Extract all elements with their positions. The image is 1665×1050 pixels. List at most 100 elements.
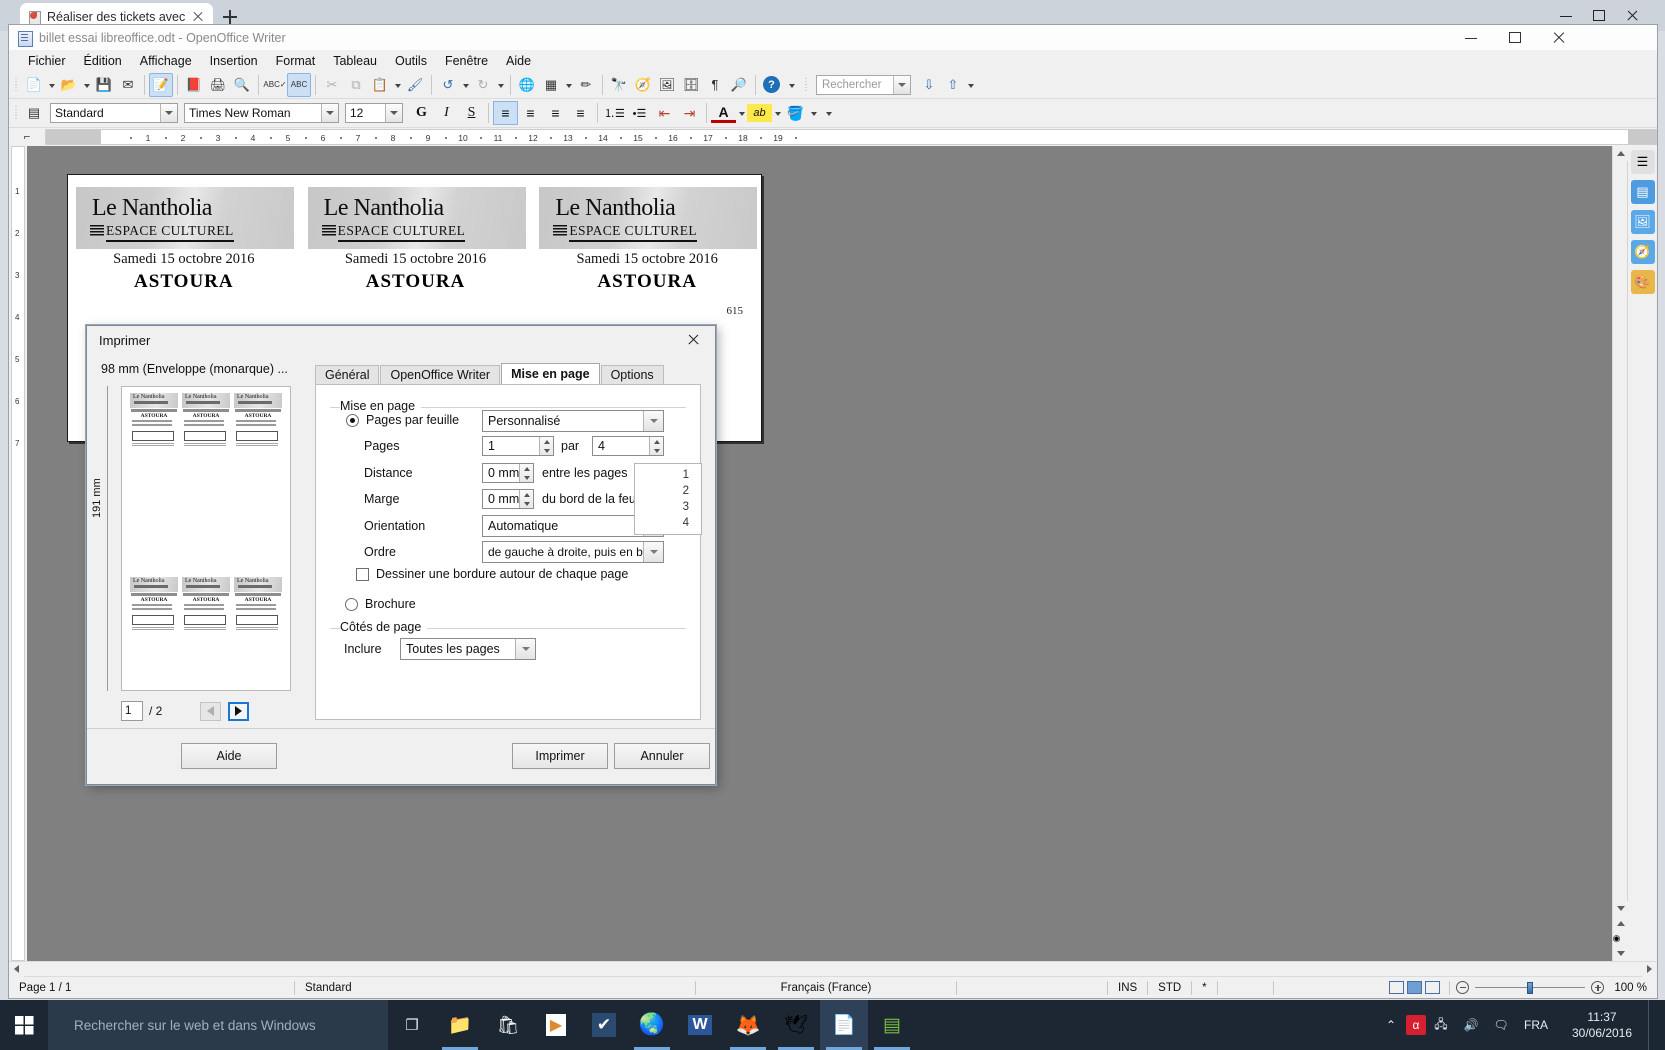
pages-per-sheet-radio[interactable] — [346, 413, 359, 427]
vertical-scrollbar[interactable]: ◉ — [1612, 146, 1628, 961]
horizontal-ruler[interactable]: 1 2 3 4 5 6 7 8 9 10 11 12 13 14 15 16 1… — [45, 129, 1657, 145]
search-input[interactable]: Rechercher — [816, 74, 911, 95]
pages-stepper[interactable]: 1 — [482, 436, 554, 456]
ticket-item[interactable]: Le Nantholia ESPACE CULTUREL Samedi 15 o… — [68, 187, 300, 297]
print-icon[interactable]: 🖨 — [206, 73, 230, 97]
stepper-up-icon[interactable] — [540, 437, 553, 446]
navigator-icon[interactable]: 🧭 — [631, 73, 655, 97]
data-sources-icon[interactable]: 🗄 — [679, 73, 703, 97]
taskbar-media-player[interactable]: ▶ — [532, 1000, 580, 1050]
app-minimize-button[interactable] — [1449, 25, 1493, 50]
stepper-up-icon[interactable] — [520, 490, 533, 499]
border-checkbox-row[interactable]: Dessiner une bordure autour de chaque pa… — [356, 567, 628, 581]
scroll-right-icon[interactable] — [1642, 961, 1657, 977]
network-icon[interactable]: 🖧 — [1426, 1000, 1456, 1050]
chevron-down-icon[interactable] — [643, 542, 663, 562]
preview-paper[interactable]: Le Nantholia ASTOURA Le Nantholia ASTOUR… — [121, 386, 291, 691]
paragraph-style-combo[interactable]: Standard — [50, 103, 178, 123]
zoom-slider-knob[interactable] — [1527, 981, 1534, 994]
single-page-view-icon[interactable] — [1389, 981, 1405, 994]
chevron-down-icon[interactable] — [160, 104, 177, 122]
next-page-icon[interactable] — [1613, 946, 1628, 961]
status-language[interactable]: Français (France) — [696, 980, 956, 996]
stepper-up-icon[interactable] — [520, 464, 533, 473]
action-center-icon[interactable]: 🗨 — [1486, 1000, 1516, 1050]
align-left-icon[interactable]: ≡ — [493, 101, 518, 125]
align-right-icon[interactable]: ≡ — [543, 101, 568, 125]
save-icon[interactable]: 💾 — [92, 73, 116, 97]
open-document-dropdown-icon[interactable] — [81, 73, 92, 97]
taskbar-openoffice-writer[interactable]: 📄 — [820, 1000, 868, 1050]
bullet-list-icon[interactable]: •☰ — [627, 101, 652, 125]
chevron-down-icon[interactable] — [643, 411, 663, 431]
app-close-button[interactable] — [1537, 25, 1581, 50]
browser-maximize-button[interactable] — [1584, 4, 1614, 26]
ticket-item[interactable]: Le Nantholia ESPACE CULTUREL Samedi 15 o… — [300, 187, 532, 297]
undo-icon[interactable]: ↺ — [436, 73, 460, 97]
chevron-down-icon[interactable] — [893, 75, 910, 94]
distance-stepper[interactable]: 0 mm — [482, 463, 534, 483]
find-next-icon[interactable]: ⇩ — [917, 73, 941, 97]
horizontal-scrollbar[interactable] — [9, 961, 1657, 977]
book-view-icon[interactable] — [1425, 981, 1441, 994]
help-icon[interactable]: ? — [763, 76, 780, 93]
send-email-icon[interactable]: ✉ — [116, 73, 140, 97]
volume-icon[interactable]: 🔊 — [1456, 1000, 1486, 1050]
menu-affichage[interactable]: Affichage — [131, 52, 201, 70]
taskbar-firefox[interactable]: 🦊 — [724, 1000, 772, 1050]
brochure-radio[interactable] — [345, 597, 358, 611]
language-indicator[interactable]: FRA — [1516, 1000, 1556, 1050]
new-document-dropdown-icon[interactable] — [46, 73, 57, 97]
sidebar-styles-icon[interactable]: 🎨 — [1630, 270, 1655, 294]
toolbar-grip[interactable] — [13, 103, 20, 123]
paste-dropdown-icon[interactable] — [392, 73, 403, 97]
stepper-buttons[interactable] — [519, 490, 533, 508]
multi-page-view-icon[interactable] — [1407, 981, 1423, 994]
stepper-down-icon[interactable] — [650, 446, 663, 455]
edit-file-icon[interactable]: 📝 — [149, 72, 173, 97]
menu-tableau[interactable]: Tableau — [324, 52, 386, 70]
tab-openoffice-writer[interactable]: OpenOffice Writer — [380, 365, 501, 384]
font-color-dropdown-icon[interactable] — [736, 101, 747, 125]
autospellcheck-icon[interactable]: ABC — [287, 72, 311, 97]
tab-stop-selector[interactable]: ⌐ — [9, 128, 45, 146]
avira-icon[interactable]: α — [1406, 1015, 1426, 1035]
stepper-down-icon[interactable] — [540, 446, 553, 455]
insert-table-dropdown-icon[interactable] — [563, 73, 574, 97]
taskbar-thunderbird[interactable]: 🕊 — [772, 1000, 820, 1050]
order-select[interactable]: de gauche à droite, puis en bas — [482, 541, 664, 563]
margin-stepper[interactable]: 0 mm — [482, 489, 534, 509]
menu-fenetre[interactable]: Fenêtre — [436, 52, 497, 70]
undo-dropdown-icon[interactable] — [460, 73, 471, 97]
toolbar-grip[interactable] — [13, 75, 20, 95]
toolbar-overflow-icon[interactable] — [786, 73, 797, 97]
highlight-color-dropdown-icon[interactable] — [772, 101, 783, 125]
format-toolbar-overflow-icon[interactable] — [823, 101, 834, 125]
tab-options[interactable]: Options — [600, 365, 664, 384]
zoom-out-icon[interactable] — [1456, 981, 1470, 994]
font-size-combo[interactable]: 12 — [345, 103, 403, 123]
status-insert-mode[interactable]: INS — [1108, 980, 1147, 996]
draw-border-checkbox[interactable] — [356, 567, 369, 581]
chevron-down-icon[interactable] — [515, 639, 535, 659]
scroll-left-icon[interactable] — [9, 961, 24, 977]
menu-fichier[interactable]: Fichier — [19, 52, 75, 70]
search-overflow-icon[interactable] — [965, 73, 976, 97]
close-icon[interactable] — [671, 326, 715, 354]
navigation-icon[interactable]: ◉ — [1613, 931, 1628, 946]
background-color-icon[interactable]: 🪣 — [783, 101, 808, 125]
preview-page-input[interactable]: 1 — [121, 701, 143, 721]
stepper-buttons[interactable] — [519, 464, 533, 482]
include-select[interactable]: Toutes les pages — [400, 638, 536, 660]
brochure-radio-row[interactable]: Brochure — [345, 597, 416, 611]
by-stepper[interactable]: 4 — [592, 436, 664, 456]
find-replace-icon[interactable]: 🔭 — [607, 73, 631, 97]
zoom-slider[interactable] — [1475, 981, 1586, 995]
chevron-down-icon[interactable] — [385, 104, 402, 122]
windows-start-icon[interactable] — [0, 1000, 48, 1050]
redo-dropdown-icon[interactable] — [495, 73, 506, 97]
zoom-in-icon[interactable] — [1591, 981, 1605, 994]
highlight-color-icon[interactable]: ab — [747, 104, 772, 122]
status-selection-mode[interactable]: STD — [1148, 980, 1191, 996]
show-desktop-button[interactable] — [1648, 1000, 1655, 1050]
